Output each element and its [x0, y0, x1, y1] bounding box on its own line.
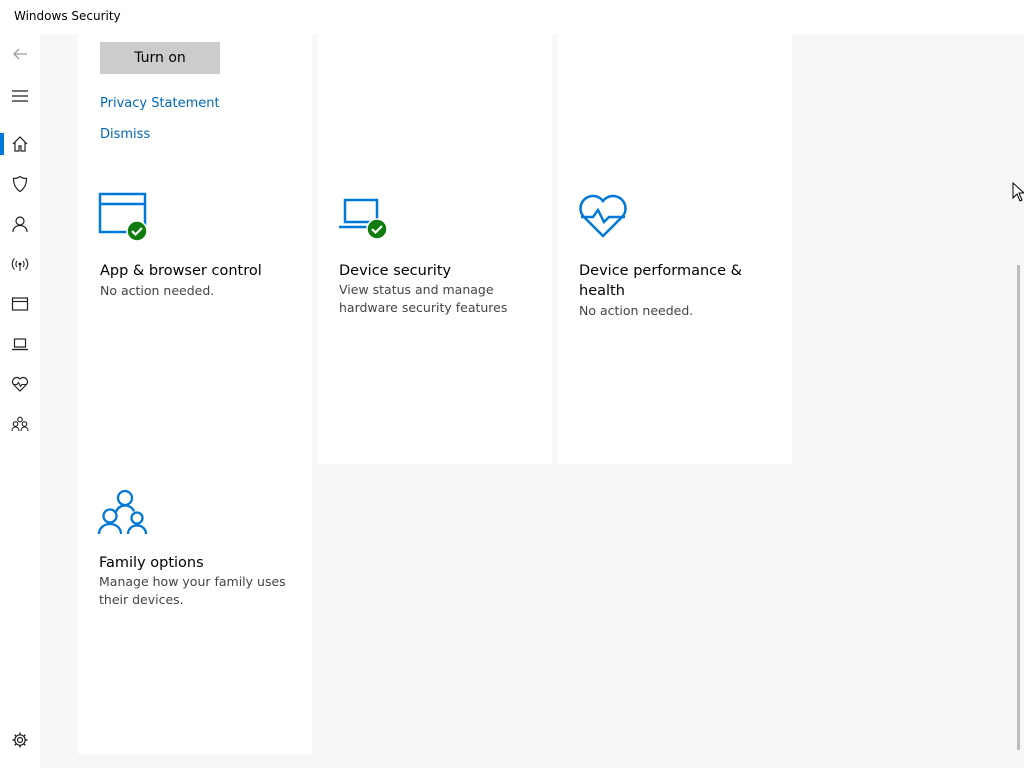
menu-button[interactable] — [0, 76, 40, 116]
title-bar: Windows Security — [0, 0, 1024, 34]
nav-rail — [0, 34, 40, 768]
device-performance-title-line2: health — [579, 283, 625, 299]
nav-item-app-browser[interactable] — [0, 284, 40, 324]
nav-item-device-performance[interactable] — [0, 364, 40, 404]
wireless-icon — [11, 258, 29, 271]
window-title: Windows Security — [14, 9, 121, 23]
device-security-icon — [339, 198, 388, 240]
card-device-performance[interactable]: Device performance & health No action ne… — [558, 34, 792, 464]
nav-item-virus-protection[interactable] — [0, 164, 40, 204]
app-browser-status: No action needed. — [100, 283, 215, 298]
dismiss-link[interactable]: Dismiss — [100, 127, 150, 142]
nav-item-firewall[interactable] — [0, 244, 40, 284]
mouse-cursor-icon — [1012, 182, 1024, 202]
app-window-icon — [11, 297, 29, 311]
family-options-desc-line1: Manage how your family uses — [99, 574, 286, 589]
gear-icon — [12, 732, 28, 748]
device-security-desc-line2: hardware security features — [339, 300, 508, 315]
device-performance-status: No action needed. — [579, 303, 694, 318]
vertical-scrollbar[interactable] — [1017, 265, 1020, 750]
main-content: Turn on Privacy Statement Dismiss App & … — [40, 34, 1024, 768]
family-icon — [11, 416, 29, 432]
back-arrow-icon — [13, 48, 27, 60]
family-options-title: Family options — [99, 555, 204, 571]
privacy-statement-link[interactable]: Privacy Statement — [100, 96, 220, 111]
nav-item-device-security[interactable] — [0, 324, 40, 364]
nav-item-home[interactable] — [0, 124, 40, 164]
turn-on-button[interactable]: Turn on — [100, 42, 220, 74]
person-icon — [12, 216, 28, 233]
home-icon — [12, 136, 28, 152]
device-performance-title-line1: Device performance & — [579, 263, 742, 279]
device-security-title: Device security — [339, 263, 452, 279]
heart-pulse-icon — [11, 376, 29, 392]
card-family-options[interactable]: Family options Manage how your family us… — [78, 470, 312, 754]
back-button[interactable] — [0, 34, 40, 74]
heart-pulse-large-icon — [579, 194, 627, 238]
device-security-desc-line1: View status and manage — [339, 282, 494, 297]
laptop-icon — [12, 338, 28, 351]
card-device-security[interactable]: Device security View status and manage h… — [318, 34, 552, 464]
app-browser-title: App & browser control — [100, 263, 262, 279]
family-options-desc-line2: their devices. — [99, 592, 184, 607]
nav-item-family[interactable] — [0, 404, 40, 444]
shield-icon — [12, 175, 28, 193]
family-large-icon — [98, 489, 148, 535]
nav-item-account-protection[interactable] — [0, 204, 40, 244]
hamburger-menu-icon — [12, 90, 28, 102]
app-browser-icon — [98, 192, 148, 242]
settings-button[interactable] — [0, 720, 40, 760]
